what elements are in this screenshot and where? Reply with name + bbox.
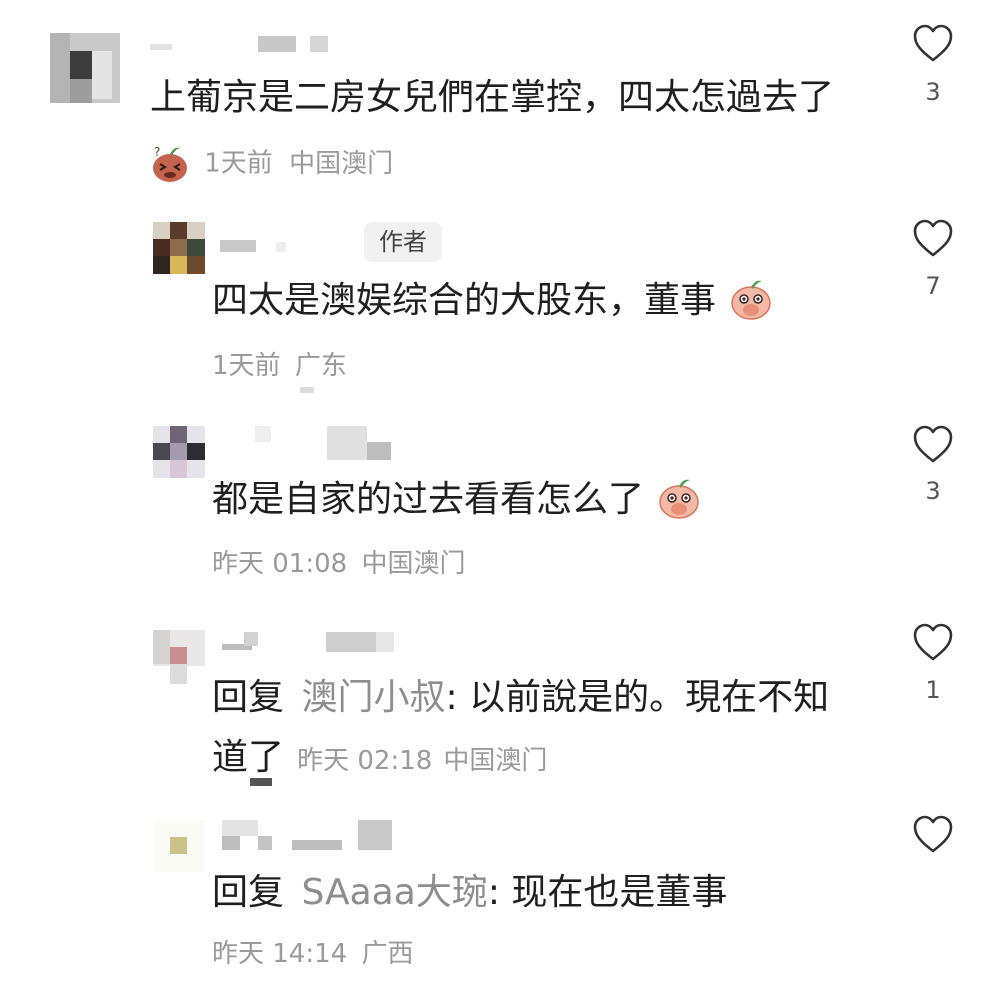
covering-mouth-emoji <box>731 280 772 320</box>
comment-text: 回复 SAaaa大琬: 现在也是董事 <box>212 875 727 911</box>
svg-text:?: ? <box>154 145 160 159</box>
sweat-face-emoji: ? <box>153 145 187 182</box>
comment-time: 昨天 02:18 <box>297 746 433 776</box>
comment-text-body: 都是自家的过去看看怎么了 <box>212 479 645 520</box>
comment-meta: ? 1天前 中国澳门 <box>150 144 393 184</box>
comment-meta: 昨天 14:14 广西 <box>212 940 413 968</box>
comment-location: 中国澳门 <box>361 549 466 579</box>
reply-prefix: 回复 <box>212 872 285 913</box>
like-count: 3 <box>925 78 941 106</box>
heart-icon[interactable] <box>912 425 954 465</box>
comment-time: 昨天 01:08 <box>212 549 348 579</box>
comment-text-body: 以前說是的。現在不知 <box>469 677 830 718</box>
comment-location: 中国澳门 <box>289 148 394 179</box>
comment-time: 1天前 <box>212 351 281 381</box>
like-count: 7 <box>925 272 941 300</box>
avatar[interactable] <box>50 33 120 103</box>
comment-location: 广东 <box>294 351 347 381</box>
avatar[interactable] <box>153 426 205 478</box>
like-count: 3 <box>925 477 941 505</box>
comment-meta: 1天前 广东 <box>212 352 347 380</box>
comment-text: 四太是澳娱综合的大股东，董事 <box>212 280 773 321</box>
heart-icon[interactable] <box>912 623 954 663</box>
username[interactable] <box>222 630 402 660</box>
avatar[interactable] <box>153 820 205 872</box>
username[interactable] <box>150 36 330 54</box>
heart-icon[interactable] <box>912 815 954 855</box>
avatar[interactable] <box>153 630 205 686</box>
comment-text-body-2: 道了 <box>212 737 285 778</box>
username[interactable] <box>220 236 300 254</box>
comment-text: 都是自家的过去看看怎么了 <box>212 479 701 520</box>
reply-sep: : <box>445 677 458 718</box>
comment-text-body: 现在也是董事 <box>511 872 728 913</box>
covering-mouth-emoji <box>659 479 700 519</box>
comment-text-body: 四太是澳娱综合的大股东，董事 <box>212 280 717 321</box>
username[interactable] <box>222 820 402 854</box>
reply-prefix: 回复 <box>212 677 285 718</box>
heart-icon[interactable] <box>912 24 954 64</box>
reply-sep: : <box>487 872 500 913</box>
like-count: 1 <box>925 676 941 704</box>
avatar[interactable] <box>153 222 205 274</box>
author-badge: 作者 <box>364 222 442 262</box>
reply-target-link[interactable]: SAaaa大琬 <box>301 872 487 913</box>
comment-text-line2: 道了 昨天 02:18 中国澳门 <box>212 740 547 776</box>
username[interactable] <box>255 426 395 462</box>
heart-icon[interactable] <box>912 219 954 259</box>
comment-location: 中国澳门 <box>443 746 548 776</box>
comment-location: 广西 <box>361 939 414 969</box>
comment-meta: 昨天 01:08 中国澳门 <box>212 550 465 578</box>
comment-text: 上葡京是二房女兒們在掌控，四太怎過去了 <box>150 77 835 118</box>
comment-time: 昨天 14:14 <box>212 939 348 969</box>
reply-target-link[interactable]: 澳门小叔 <box>301 677 445 718</box>
comment-text: 回复 澳门小叔: 以前說是的。現在不知 <box>212 680 829 716</box>
comment-time: 1天前 <box>204 148 273 179</box>
